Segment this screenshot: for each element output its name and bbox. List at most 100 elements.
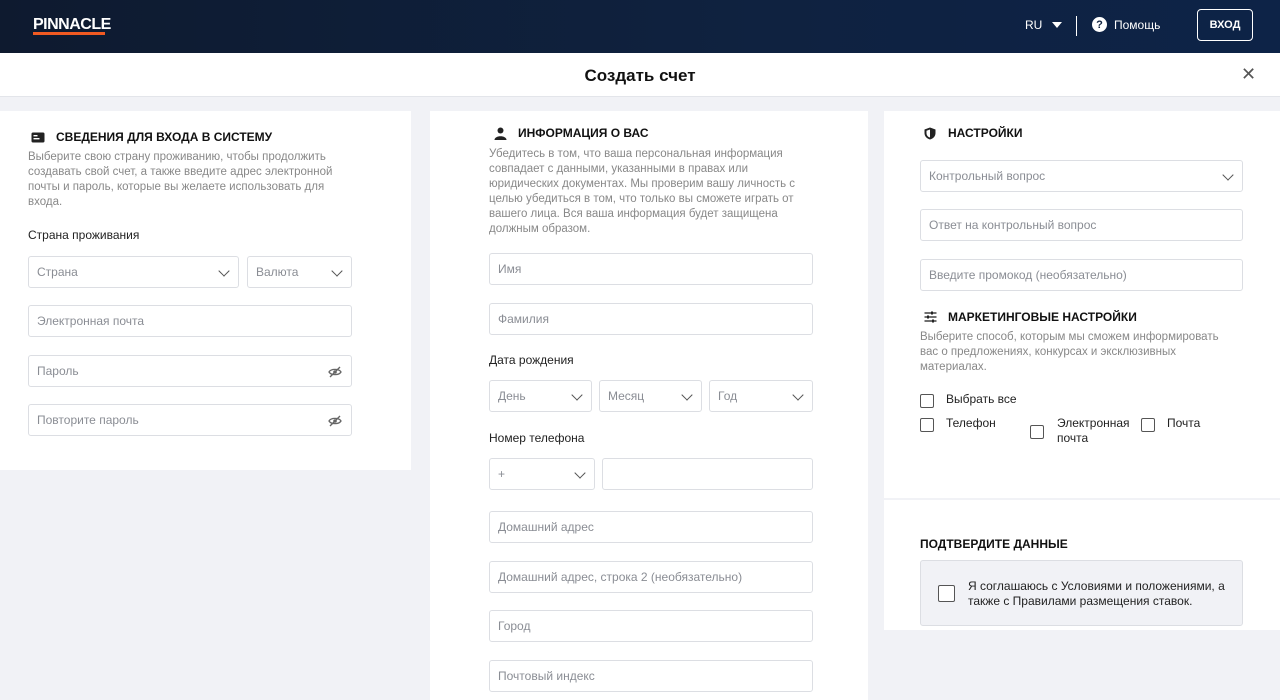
- help-label: Помощь: [1114, 17, 1161, 32]
- chevron-down-icon: [571, 389, 583, 401]
- month-placeholder: Месяц: [608, 389, 645, 403]
- terms-label: Я соглашаюсь с Условиями и положениями, …: [968, 579, 1225, 609]
- address-input[interactable]: Домашний адрес: [489, 511, 813, 543]
- repeat-password-input[interactable]: Повторите пароль: [28, 404, 352, 436]
- help-link[interactable]: ? Помощь: [1092, 17, 1160, 32]
- chevron-down-icon: [1222, 169, 1234, 181]
- last-name-input[interactable]: Фамилия: [489, 303, 813, 335]
- top-bar: PINNACLE RU ? Помощь ВХОД: [0, 0, 1280, 53]
- currency-placeholder: Валюта: [256, 265, 299, 279]
- first-name-input[interactable]: Имя: [489, 253, 813, 285]
- settings-section-heading: НАСТРОЙКИ: [948, 126, 1023, 140]
- select-all-label: Выбрать все: [946, 392, 1017, 406]
- marketing-section-heading: МАРКЕТИНГОВЫЕ НАСТРОЙКИ: [948, 310, 1137, 324]
- first-name-placeholder: Имя: [498, 262, 522, 276]
- chevron-down-icon: [1052, 22, 1063, 28]
- email-input[interactable]: Электронная почта: [28, 305, 352, 337]
- currency-select[interactable]: Валюта: [247, 256, 352, 288]
- desc-line: должным образом.: [489, 223, 591, 235]
- repeat-password-placeholder: Повторите пароль: [37, 413, 139, 427]
- logo-underline: [33, 32, 105, 35]
- desc-line: создавать свой счет, а также введите адр…: [28, 166, 333, 178]
- login-section-description: Выберите свою страну проживанию, чтобы п…: [28, 150, 332, 210]
- email-checkbox[interactable]: [1030, 425, 1044, 439]
- language-label: RU: [1025, 18, 1043, 32]
- post-consent-label: Почта: [1167, 416, 1201, 430]
- desc-line: вас о предложениях, конкурсах и эксклюзи…: [920, 346, 1176, 358]
- phone-code-value: +: [498, 467, 506, 481]
- desc-line: почты и пароль, которые вы желаете испол…: [28, 181, 325, 193]
- phone-code-select[interactable]: +: [489, 458, 595, 490]
- email-placeholder: Электронная почта: [37, 314, 145, 328]
- dob-label: Дата рождения: [489, 353, 574, 367]
- language-selector[interactable]: RU: [1025, 18, 1063, 32]
- phone-checkbox[interactable]: [920, 418, 934, 432]
- terms-text-line: Я соглашаюсь с Условиями и положениями, …: [968, 579, 1225, 593]
- desc-line: Выберите свою страну проживанию, чтобы п…: [28, 151, 326, 163]
- country-placeholder: Страна: [37, 265, 78, 279]
- marketing-section-title: МАРКЕТИНГОВЫЕ НАСТРОЙКИ: [922, 310, 1137, 324]
- about-section-heading: ИНФОРМАЦИЯ О ВАС: [518, 126, 649, 140]
- confirm-section-title: ПОДТВЕРДИТЕ ДАННЫЕ: [920, 537, 1068, 551]
- city-placeholder: Город: [498, 619, 531, 633]
- user-icon: [492, 126, 508, 140]
- desc-line: материалах.: [920, 361, 987, 373]
- topbar-divider: [1076, 16, 1077, 36]
- desc-line: вашего лица. Вся ваша информация будет з…: [489, 208, 778, 220]
- security-answer-input[interactable]: Ответ на контрольный вопрос: [920, 209, 1243, 241]
- address-placeholder: Домашний адрес: [498, 520, 594, 534]
- page-title: Создать счет: [584, 66, 696, 85]
- phone-number-input[interactable]: [602, 458, 813, 490]
- password-placeholder: Пароль: [37, 364, 79, 378]
- address-line2-input[interactable]: Домашний адрес, строка 2 (необязательно): [489, 561, 813, 593]
- about-section-title: ИНФОРМАЦИЯ О ВАС: [492, 126, 649, 140]
- eye-off-icon[interactable]: [328, 365, 342, 379]
- last-name-placeholder: Фамилия: [498, 312, 549, 326]
- year-select[interactable]: Год: [709, 380, 813, 412]
- login-section-heading: СВЕДЕНИЯ ДЛЯ ВХОДА В СИСТЕМУ: [56, 130, 273, 144]
- desc-line: совпадает с данными, указанными в правах…: [489, 163, 748, 175]
- settings-section-title: НАСТРОЙКИ: [922, 126, 1022, 140]
- desc-line: Выберите способ, которым мы сможем инфор…: [920, 331, 1219, 343]
- select-all-checkbox[interactable]: [920, 394, 934, 408]
- desc-line: юридических документах. Мы проверим вашу…: [489, 178, 796, 190]
- security-answer-placeholder: Ответ на контрольный вопрос: [929, 218, 1097, 232]
- page-header: Создать счет ✕: [0, 53, 1280, 97]
- marketing-section-description: Выберите способ, которым мы сможем инфор…: [920, 330, 1219, 375]
- question-icon: ?: [1092, 17, 1107, 32]
- chevron-down-icon: [574, 467, 586, 479]
- login-button[interactable]: ВХОД: [1197, 9, 1253, 41]
- day-select[interactable]: День: [489, 380, 592, 412]
- desc-line: целью убедиться в том, что только вы смо…: [489, 193, 794, 205]
- password-input[interactable]: Пароль: [28, 355, 352, 387]
- desc-line: входа.: [28, 196, 63, 208]
- id-card-icon: [30, 130, 46, 144]
- chevron-down-icon: [218, 265, 230, 277]
- city-input[interactable]: Город: [489, 610, 813, 642]
- phone-label: Номер телефона: [489, 431, 585, 445]
- email-label-line: Электронная: [1057, 416, 1130, 430]
- post-checkbox[interactable]: [1141, 418, 1155, 432]
- day-placeholder: День: [498, 389, 526, 403]
- promo-code-placeholder: Введите промокод (необязательно): [929, 268, 1127, 282]
- country-select[interactable]: Страна: [28, 256, 239, 288]
- month-select[interactable]: Месяц: [599, 380, 702, 412]
- login-section-title: СВЕДЕНИЯ ДЛЯ ВХОДА В СИСТЕМУ: [30, 130, 272, 144]
- terms-checkbox[interactable]: [938, 585, 955, 602]
- security-question-select[interactable]: Контрольный вопрос: [920, 160, 1243, 192]
- chevron-down-icon: [681, 389, 693, 401]
- chevron-down-icon: [792, 389, 804, 401]
- promo-code-input[interactable]: Введите промокод (необязательно): [920, 259, 1243, 291]
- email-label-line: почта: [1057, 431, 1089, 445]
- desc-line: Убедитесь в том, что ваша персональная и…: [489, 148, 783, 160]
- security-question-placeholder: Контрольный вопрос: [929, 169, 1046, 183]
- shield-icon: [922, 126, 938, 140]
- postcode-placeholder: Почтовый индекс: [498, 669, 595, 683]
- country-label: Страна проживания: [28, 228, 140, 242]
- eye-off-icon[interactable]: [328, 414, 342, 428]
- terms-text-line: также с Правилами размещения ставок.: [968, 594, 1193, 608]
- close-icon[interactable]: ✕: [1241, 65, 1256, 83]
- email-consent-label: Электронная почта: [1057, 416, 1130, 446]
- phone-consent-label: Телефон: [946, 416, 996, 430]
- postcode-input[interactable]: Почтовый индекс: [489, 660, 813, 692]
